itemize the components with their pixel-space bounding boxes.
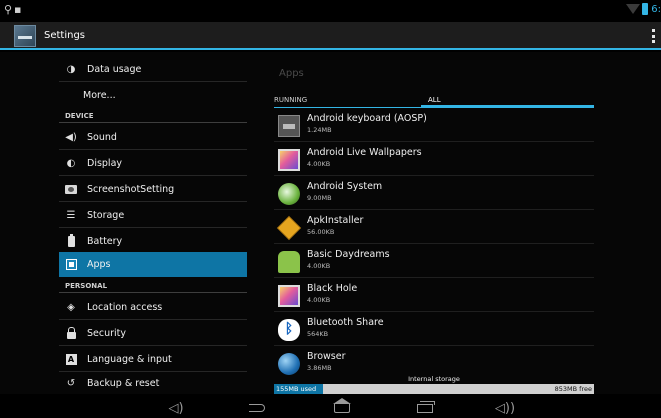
- tab-running[interactable]: RUNNING: [274, 96, 307, 104]
- app-size: 1.24MB: [307, 126, 332, 134]
- settings-item-label: Data usage: [87, 64, 142, 75]
- app-list-item[interactable]: ApkInstaller 56.00KB: [274, 210, 594, 244]
- settings-item-label: Security: [87, 327, 127, 339]
- lock-icon: [65, 326, 77, 339]
- apk-installer-icon: [276, 215, 302, 241]
- settings-item-label: Display: [87, 157, 123, 169]
- settings-item-apps[interactable]: Apps: [59, 252, 247, 277]
- app-list-item[interactable]: Basic Daydreams 4.00KB: [274, 244, 594, 278]
- settings-item-label: Sound: [87, 131, 117, 143]
- settings-item-language[interactable]: A Language & input: [59, 347, 247, 372]
- storage-bar: 155MB used 853MB free: [274, 384, 594, 394]
- storage-used-text: 155MB used: [276, 385, 317, 393]
- android-system-icon: [278, 183, 300, 205]
- settings-item-label: Language & input: [87, 353, 172, 365]
- app-name: Android System: [307, 181, 383, 192]
- settings-item-label: More...: [83, 89, 116, 101]
- settings-app-icon[interactable]: [14, 25, 36, 47]
- tab-all[interactable]: ALL: [428, 96, 441, 104]
- apps-icon: [65, 259, 77, 271]
- settings-item-label: Backup & reset: [87, 377, 160, 389]
- location-icon: ◈: [67, 301, 75, 313]
- wallpaper-icon: [278, 149, 300, 171]
- app-name: Android keyboard (AOSP): [307, 113, 427, 124]
- volume-down-icon[interactable]: ◁): [168, 400, 184, 416]
- settings-item-label: Apps: [87, 259, 111, 270]
- backup-icon: ↺: [66, 377, 76, 389]
- volume-up-icon[interactable]: ◁)): [495, 400, 515, 416]
- browser-icon: [278, 353, 300, 375]
- settings-item-backup[interactable]: ↺ Backup & reset: [59, 372, 247, 394]
- settings-item-data-usage[interactable]: ◑ Data usage: [59, 58, 247, 82]
- app-list-item[interactable]: Black Hole 4.00KB: [274, 278, 594, 312]
- app-size: 9.00MB: [307, 194, 332, 202]
- language-icon: A: [65, 353, 77, 365]
- display-icon: ◐: [66, 157, 76, 169]
- settings-list: ◑ Data usage More... DEVICE ◀) Sound ◐ D…: [59, 52, 247, 394]
- battery-status-icon: [642, 3, 649, 15]
- app-name: ApkInstaller: [307, 215, 364, 226]
- storage-indicator: Internal storage 155MB used 853MB free: [274, 374, 594, 394]
- app-list-item[interactable]: Android System 9.00MB: [274, 176, 594, 210]
- apps-panel-title: Apps: [279, 68, 304, 79]
- app-name: Basic Daydreams: [307, 249, 390, 260]
- status-right: 6:: [626, 3, 661, 15]
- app-list-item[interactable]: Android keyboard (AOSP) 1.24MB: [274, 108, 594, 142]
- bluetooth-icon: [278, 319, 300, 341]
- section-header-personal: PERSONAL: [59, 279, 247, 293]
- settings-item-storage[interactable]: ☰ Storage: [59, 203, 247, 228]
- wifi-icon: [626, 4, 641, 14]
- back-icon[interactable]: [248, 400, 266, 416]
- settings-item-battery[interactable]: Battery: [59, 229, 247, 254]
- settings-item-location[interactable]: ◈ Location access: [59, 295, 247, 320]
- storage-free-text: 853MB free: [554, 385, 592, 393]
- app-size: 564KB: [307, 330, 329, 338]
- storage-icon: ☰: [66, 209, 76, 221]
- page-title: Settings: [44, 30, 86, 41]
- storage-label: Internal storage: [408, 375, 460, 383]
- app-name: Browser: [307, 351, 346, 362]
- settings-item-label: Storage: [87, 209, 125, 221]
- app-list-item[interactable]: Android Live Wallpapers 4.00KB: [274, 142, 594, 176]
- navigation-bar: ◁) ◁)): [0, 397, 661, 418]
- app-size: 56.00KB: [307, 228, 335, 236]
- app-name: Bluetooth Share: [307, 317, 384, 328]
- settings-item-label: Location access: [87, 301, 163, 313]
- settings-item-label: Battery: [87, 235, 123, 247]
- clock: 6:: [651, 3, 661, 15]
- recent-apps-icon[interactable]: [415, 400, 435, 416]
- app-name: Android Live Wallpapers: [307, 147, 422, 158]
- battery-icon: [65, 233, 77, 247]
- camera-icon: [65, 183, 77, 195]
- action-bar: Settings: [0, 22, 661, 50]
- speaker-icon: ◀): [65, 131, 77, 143]
- content-area: ◑ Data usage More... DEVICE ◀) Sound ◐ D…: [0, 52, 661, 394]
- notification-icon: ▪: [14, 3, 22, 16]
- settings-item-display[interactable]: ◐ Display: [59, 151, 247, 176]
- usb-icon: ⚲: [4, 3, 13, 16]
- settings-item-screenshot[interactable]: ScreenshotSetting: [59, 177, 247, 202]
- overflow-menu-icon[interactable]: [652, 29, 655, 43]
- data-usage-icon: ◑: [66, 64, 76, 75]
- section-header-device: DEVICE: [59, 109, 247, 123]
- home-icon[interactable]: [332, 397, 352, 416]
- settings-item-security[interactable]: Security: [59, 321, 247, 346]
- apps-panel: Apps RUNNING ALL Android keyboard (AOSP)…: [274, 52, 594, 394]
- settings-item-label: ScreenshotSetting: [87, 183, 175, 195]
- android-icon: [278, 251, 300, 273]
- app-size: 4.00KB: [307, 262, 331, 270]
- keyboard-icon: [278, 115, 300, 137]
- app-size: 4.00KB: [307, 296, 331, 304]
- app-size: 3.86MB: [307, 364, 332, 372]
- app-name: Black Hole: [307, 283, 358, 294]
- apps-tabs: RUNNING ALL: [274, 94, 594, 108]
- status-bar: ⚲ ▪ 6:: [0, 0, 661, 22]
- app-size: 4.00KB: [307, 160, 331, 168]
- settings-item-more[interactable]: More...: [59, 83, 247, 107]
- wallpaper-icon: [278, 285, 300, 307]
- settings-item-sound[interactable]: ◀) Sound: [59, 125, 247, 150]
- app-list-item[interactable]: Bluetooth Share 564KB: [274, 312, 594, 346]
